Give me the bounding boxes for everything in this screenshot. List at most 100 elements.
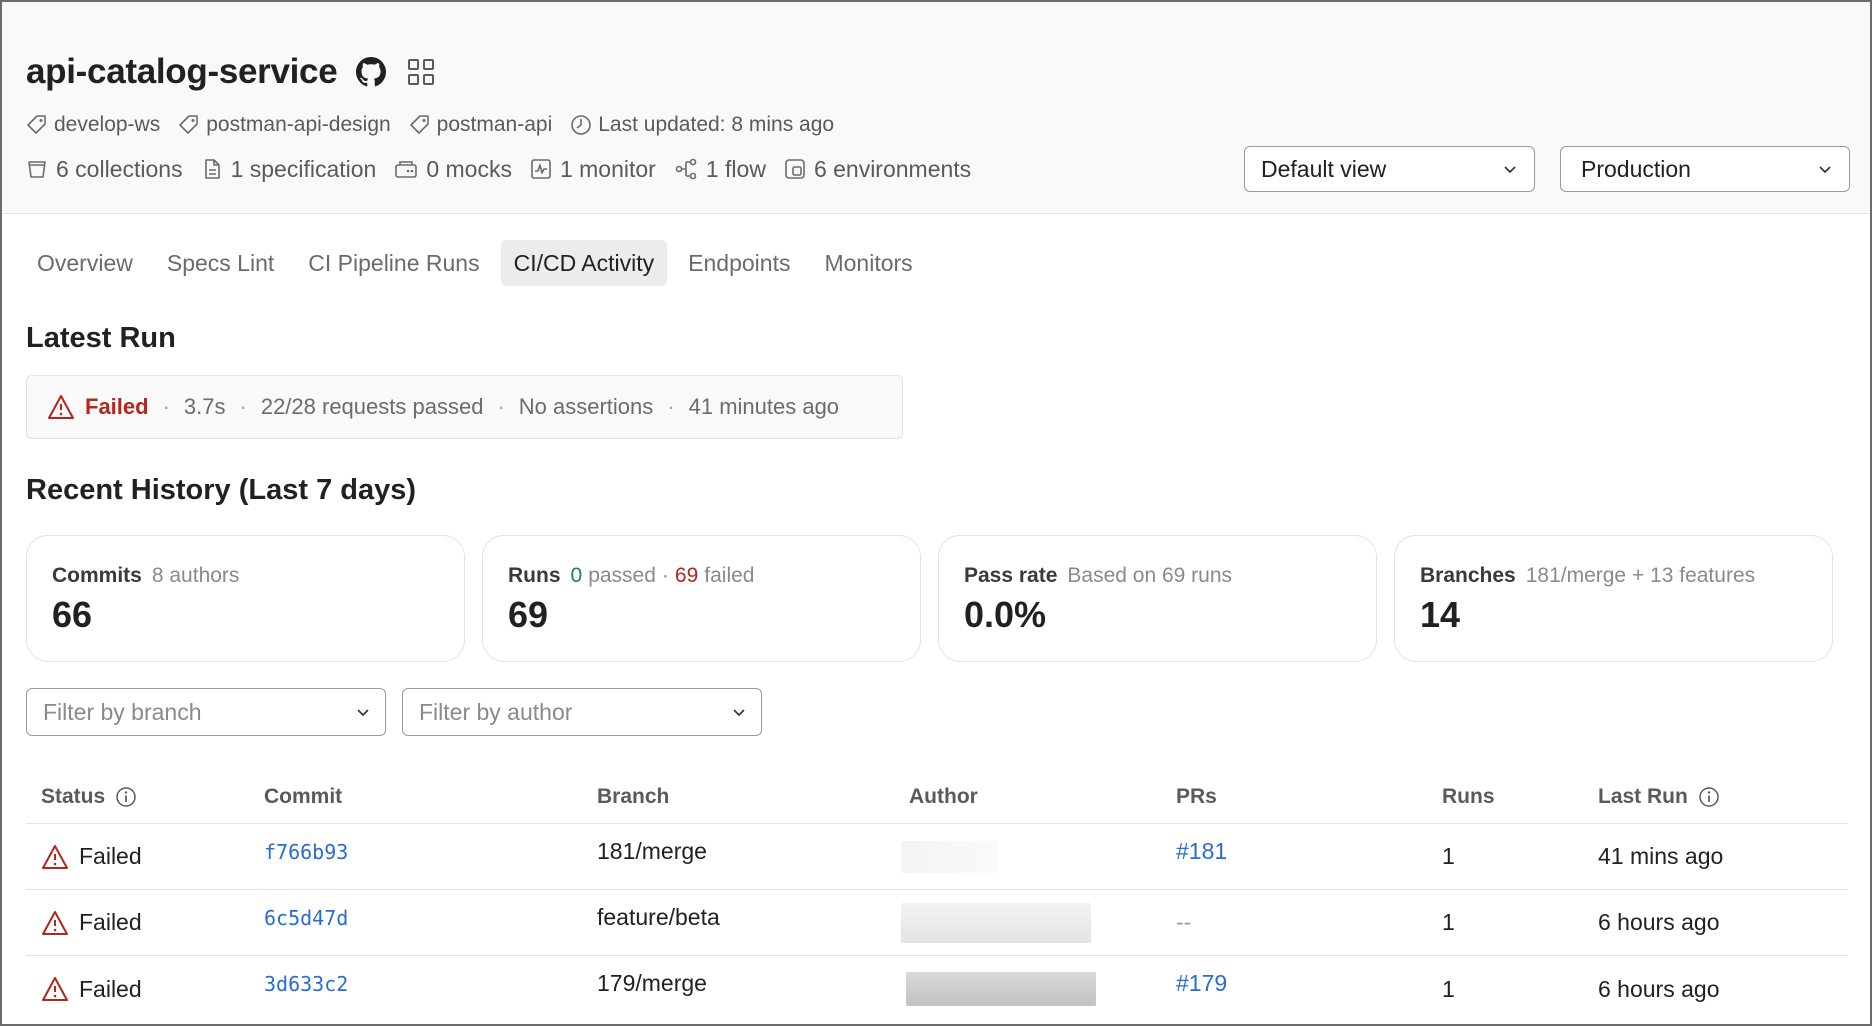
chevron-down-icon bbox=[733, 709, 745, 717]
flows-count[interactable]: 1 flow bbox=[674, 156, 766, 183]
view-select-value: Default view bbox=[1261, 155, 1387, 182]
header-last-run: Last Run bbox=[1598, 770, 1720, 823]
info-icon[interactable] bbox=[115, 786, 137, 808]
page-title: api-catalog-service bbox=[26, 52, 338, 91]
environment-icon bbox=[785, 159, 805, 179]
table-header: Status Commit Branch Author PRs Runs Las… bbox=[26, 770, 1848, 824]
monitors-count[interactable]: 1 monitor bbox=[530, 156, 656, 183]
specifications-count[interactable]: 1 specification bbox=[201, 155, 377, 183]
environments-count[interactable]: 6 environments bbox=[784, 156, 971, 183]
separator-dot: · bbox=[162, 394, 170, 419]
pass-rate-card: Pass rate Based on 69 runs 0.0% bbox=[938, 535, 1377, 662]
tag-icon bbox=[27, 115, 46, 134]
failed-count: 69 bbox=[674, 564, 699, 587]
warning-icon bbox=[48, 395, 74, 419]
commit-link[interactable]: 3d633c2 bbox=[264, 956, 348, 1022]
latest-run-summary[interactable]: Failed · 3.7s · 22/28 requests passed · … bbox=[26, 375, 903, 439]
author-redacted bbox=[901, 840, 997, 873]
mock-server-icon bbox=[395, 161, 418, 178]
failed-text: failed bbox=[704, 564, 755, 587]
header-label: Last Run bbox=[1598, 784, 1688, 808]
count-label: 0 mocks bbox=[426, 155, 512, 182]
commit-link[interactable]: f766b93 bbox=[264, 824, 348, 889]
info-icon[interactable] bbox=[1698, 786, 1720, 808]
branch-filter-select[interactable]: Filter by branch bbox=[26, 688, 386, 736]
environment-select-value: Production bbox=[1581, 155, 1691, 182]
separator-dot: · bbox=[667, 394, 675, 419]
runs-card: Runs 0 passed · 69 failed 69 bbox=[482, 535, 921, 662]
status-text: Failed bbox=[79, 909, 142, 935]
last-run-cell: 6 hours ago bbox=[1598, 909, 1720, 935]
branches-card: Branches 181/merge + 13 features 14 bbox=[1394, 535, 1833, 662]
tab-monitors[interactable]: Monitors bbox=[811, 240, 925, 286]
latest-run-assertions: No assertions bbox=[518, 394, 654, 419]
count-label: 1 monitor bbox=[559, 155, 656, 182]
tag-label: develop-ws bbox=[54, 113, 161, 136]
card-sub: 0 passed · 69 failed bbox=[571, 564, 755, 588]
tab-ci-pipeline-runs[interactable]: CI Pipeline Runs bbox=[295, 240, 492, 286]
pr-link[interactable]: #179 bbox=[1176, 956, 1227, 1022]
tag-postman-api-design[interactable]: postman-api-design bbox=[178, 113, 391, 137]
latest-run-status: Failed bbox=[85, 394, 149, 419]
pr-link[interactable]: #181 bbox=[1176, 824, 1227, 889]
commit-link[interactable]: 6c5d47d bbox=[264, 890, 348, 955]
latest-run-duration: 3.7s bbox=[183, 394, 226, 419]
author-cell bbox=[901, 890, 1091, 955]
collection-icon bbox=[28, 161, 46, 178]
branch-cell: 181/merge bbox=[597, 838, 707, 864]
header-commit: Commit bbox=[264, 784, 343, 808]
card-sub: Based on 69 runs bbox=[1067, 564, 1233, 587]
separator-dot: · bbox=[497, 394, 505, 419]
tag-icon bbox=[409, 115, 429, 134]
branch-cell: feature/beta bbox=[597, 904, 720, 930]
last-run-cell: 41 mins ago bbox=[1598, 843, 1724, 869]
header-prs: PRs bbox=[1176, 784, 1217, 808]
environment-select[interactable]: Production bbox=[1560, 146, 1850, 192]
header-status: Status bbox=[41, 770, 137, 823]
recent-history-heading: Recent History (Last 7 days) bbox=[26, 474, 417, 506]
title-row: api-catalog-service bbox=[26, 50, 437, 94]
asset-counts: 6 collections 1 specification 0 mocks 1 … bbox=[26, 152, 971, 186]
header-branch: Branch bbox=[597, 784, 670, 808]
pr-empty: -- bbox=[1176, 909, 1192, 935]
monitor-icon bbox=[531, 159, 551, 179]
tab-endpoints[interactable]: Endpoints bbox=[675, 240, 803, 286]
commits-card: Commits 8 authors 66 bbox=[26, 535, 465, 662]
header: api-catalog-service develop-ws postman-a… bbox=[2, 2, 1870, 214]
tab-bar: Overview Specs Lint CI Pipeline Runs CI/… bbox=[24, 240, 926, 286]
view-select[interactable]: Default view bbox=[1244, 146, 1535, 192]
mocks-count[interactable]: 0 mocks bbox=[394, 156, 512, 183]
collections-count[interactable]: 6 collections bbox=[26, 156, 183, 183]
clock-icon bbox=[571, 115, 592, 135]
status-cell: Failed bbox=[41, 890, 142, 955]
warning-icon bbox=[42, 910, 68, 935]
card-label: Runs bbox=[508, 564, 561, 587]
last-updated-text: Last updated: 8 mins ago bbox=[598, 113, 835, 136]
chevron-down-icon bbox=[1504, 166, 1516, 174]
tag-postman-api[interactable]: postman-api bbox=[409, 113, 553, 137]
count-label: 1 flow bbox=[705, 155, 766, 182]
author-redacted bbox=[906, 972, 1096, 1006]
grid-icon[interactable] bbox=[405, 56, 437, 88]
tag-develop-ws[interactable]: develop-ws bbox=[26, 113, 160, 137]
github-icon[interactable] bbox=[355, 56, 387, 88]
chevron-down-icon bbox=[357, 709, 369, 717]
card-label: Pass rate bbox=[964, 564, 1058, 587]
latest-run-requests: 22/28 requests passed bbox=[260, 394, 484, 419]
table-row[interactable]: Failed 3d633c2 179/merge #179 1 6 hours … bbox=[26, 956, 1848, 1022]
tab-overview[interactable]: Overview bbox=[24, 240, 146, 286]
tab-specs-lint[interactable]: Specs Lint bbox=[154, 240, 287, 286]
author-filter-select[interactable]: Filter by author bbox=[402, 688, 762, 736]
count-label: 6 collections bbox=[56, 155, 183, 182]
flow-icon bbox=[675, 158, 697, 180]
branch-cell: 179/merge bbox=[597, 970, 707, 996]
runs-cell: 1 bbox=[1442, 909, 1455, 935]
count-label: 1 specification bbox=[230, 155, 377, 182]
count-label: 6 environments bbox=[813, 155, 972, 182]
author-filter-placeholder: Filter by author bbox=[419, 698, 573, 725]
latest-run-heading: Latest Run bbox=[26, 322, 176, 354]
tag-label: postman-api bbox=[436, 113, 553, 136]
table-row[interactable]: Failed 6c5d47d feature/beta -- 1 6 hours… bbox=[26, 890, 1848, 956]
table-row[interactable]: Failed f766b93 181/merge #181 1 41 mins … bbox=[26, 824, 1848, 890]
tab-ci-cd-activity[interactable]: CI/CD Activity bbox=[500, 240, 668, 286]
